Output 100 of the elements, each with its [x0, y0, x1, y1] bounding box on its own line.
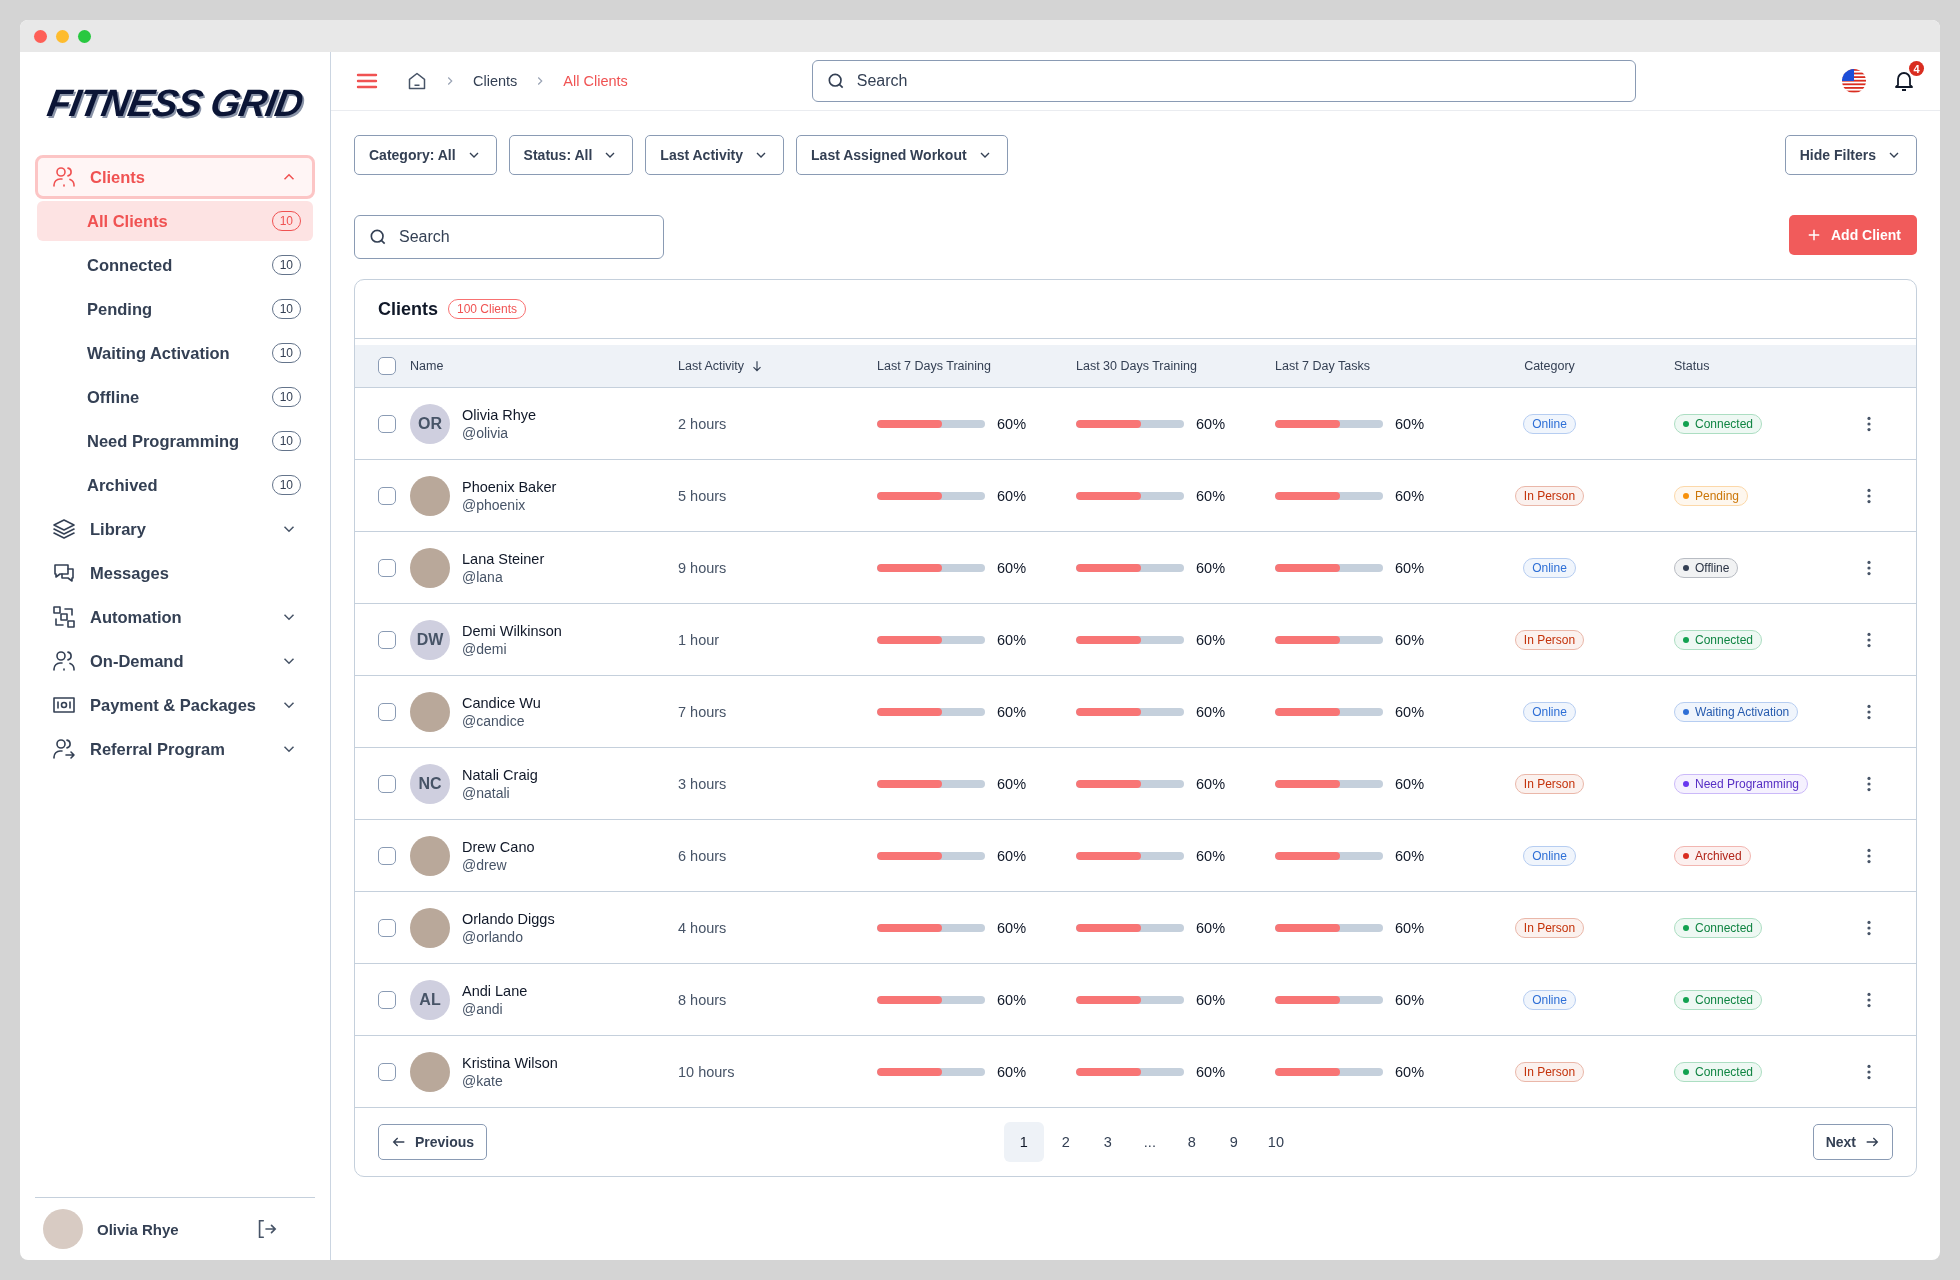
client-name: Orlando Diggs	[462, 910, 555, 927]
sidebar-subitem[interactable]: Connected 10	[37, 245, 313, 285]
row-checkbox[interactable]	[378, 846, 396, 865]
last-activity-cell-text: 4 hours	[678, 919, 728, 936]
home-icon[interactable]	[407, 71, 427, 91]
progress-reading: 60%	[1196, 991, 1226, 1008]
hide-filters-button[interactable]: Hide Filters	[1784, 135, 1917, 175]
sidebar-item[interactable]: Automation	[35, 595, 315, 639]
last-activity-cell-text: 1 hour	[678, 631, 721, 648]
row-checkbox[interactable]	[378, 918, 396, 937]
progress-reading: 60%	[997, 415, 1027, 432]
sidebar-item[interactable]: On-Demand	[35, 639, 315, 683]
more-options-icon[interactable]	[1866, 415, 1872, 432]
search-field[interactable]: Search	[811, 60, 1636, 102]
search-icon	[368, 227, 388, 247]
avatar-photo	[410, 1051, 450, 1092]
column-header[interactable]: Last 7 Days Training	[877, 359, 1076, 373]
minimize-window-dot[interactable]	[56, 29, 69, 43]
select-all-checkbox[interactable]	[378, 357, 396, 375]
next-button[interactable]: Next	[1812, 1124, 1893, 1160]
more-options-icon[interactable]	[1866, 631, 1872, 648]
row-checkbox[interactable]	[378, 630, 396, 649]
avatar-initials: AL	[410, 979, 450, 1020]
page-number[interactable]: 10	[1255, 1122, 1296, 1162]
sidebar-item[interactable]: Payment & Packages	[35, 683, 315, 727]
row-checkbox[interactable]	[378, 486, 396, 505]
status-badge: Offline	[1674, 558, 1739, 578]
row-checkbox[interactable]	[378, 1062, 396, 1081]
column-header[interactable]: Last 7 Day Tasks	[1275, 359, 1475, 373]
last-activity-cell-text: 3 hours	[678, 775, 728, 792]
sidebar-item[interactable]: Messages	[35, 551, 315, 595]
more-options-icon[interactable]	[1866, 775, 1872, 792]
client-name: Olivia Rhye	[462, 406, 537, 423]
sidebar-subitem[interactable]: Archived 10	[37, 465, 313, 505]
filter-dropdown[interactable]: Category: All	[354, 135, 497, 175]
page-number[interactable]: 8	[1171, 1122, 1212, 1162]
status-badge: Connected	[1674, 414, 1763, 434]
breadcrumb-link[interactable]: Clients	[473, 73, 518, 89]
user-arrow-icon	[52, 737, 76, 761]
more-options-icon[interactable]	[1866, 559, 1872, 576]
row-checkbox[interactable]	[378, 774, 396, 793]
avatar-photo	[43, 1209, 83, 1249]
category-badge: In Person	[1514, 485, 1585, 506]
last-activity-cell-text: 8 hours	[678, 991, 728, 1008]
more-options-icon[interactable]	[1866, 487, 1872, 504]
users-icon	[52, 649, 76, 673]
column-header[interactable]: Last Activity	[678, 359, 877, 373]
sidebar-subitem[interactable]: Waiting Activation 10	[37, 333, 313, 373]
client-handle: @candice	[462, 712, 526, 729]
row-checkbox[interactable]	[378, 990, 396, 1009]
column-header[interactable]: Category	[1475, 359, 1674, 373]
more-options-icon[interactable]	[1866, 1063, 1872, 1080]
more-options-icon[interactable]	[1866, 847, 1872, 864]
progress-reading: 60%	[1395, 487, 1425, 504]
client-handle: @kate	[462, 1072, 504, 1089]
filter-dropdown[interactable]: Status: All	[508, 135, 634, 175]
sidebar-subitem[interactable]: Offline 10	[37, 377, 313, 417]
column-header[interactable]: Status	[1674, 359, 1866, 373]
page-number[interactable]: 9	[1213, 1122, 1254, 1162]
page-number[interactable]: ...	[1129, 1122, 1170, 1162]
progress-reading: 60%	[1196, 919, 1226, 936]
progress-reading: 60%	[1196, 1063, 1226, 1080]
row-checkbox[interactable]	[378, 558, 396, 577]
avatar-photo	[410, 691, 450, 732]
flag-icon[interactable]	[1840, 67, 1868, 95]
chat-bubbles-icon	[52, 561, 76, 585]
progress-reading: 60%	[1395, 919, 1425, 936]
table-title: Clients	[378, 298, 438, 320]
category-badge: Online	[1523, 701, 1576, 722]
filter-dropdown[interactable]: Last Activity	[645, 135, 785, 175]
breadcrumb-link[interactable]: All Clients	[563, 73, 628, 89]
more-options-icon[interactable]	[1866, 991, 1872, 1008]
column-header[interactable]: Last 30 Days Training	[1076, 359, 1275, 373]
status-badge: Connected	[1674, 918, 1763, 938]
last-activity-cell-text: 9 hours	[678, 559, 728, 576]
avatar-photo	[410, 547, 450, 588]
search-field[interactable]: Search	[354, 215, 664, 259]
more-options-icon[interactable]	[1866, 703, 1872, 720]
page-number[interactable]: 3	[1087, 1122, 1128, 1162]
close-window-dot[interactable]	[34, 29, 47, 43]
status-badge: Connected	[1674, 630, 1763, 650]
more-options-icon[interactable]	[1866, 919, 1872, 936]
row-checkbox[interactable]	[378, 414, 396, 433]
row-checkbox[interactable]	[378, 702, 396, 721]
sidebar-item[interactable]: Referral Program	[35, 727, 315, 771]
category-badge: In Person	[1514, 629, 1585, 650]
sidebar-item[interactable]: Library	[35, 507, 315, 551]
previous-button[interactable]: Previous	[378, 1124, 488, 1160]
sidebar-subitem[interactable]: Need Programming 10	[37, 421, 313, 461]
progress-reading: 60%	[1196, 631, 1226, 648]
maximize-window-dot[interactable]	[78, 29, 91, 43]
progress-reading: 60%	[1196, 487, 1226, 504]
page-number[interactable]: 1	[1003, 1122, 1044, 1162]
filter-dropdown[interactable]: Last Assigned Workout	[796, 135, 1008, 175]
client-name: Drew Cano	[462, 838, 535, 855]
client-handle: @olivia	[462, 424, 510, 441]
client-handle: @demi	[462, 640, 508, 657]
sidebar-subitem[interactable]: Pending 10	[37, 289, 313, 329]
page-number[interactable]: 2	[1045, 1122, 1086, 1162]
column-header[interactable]: Name	[410, 359, 678, 373]
